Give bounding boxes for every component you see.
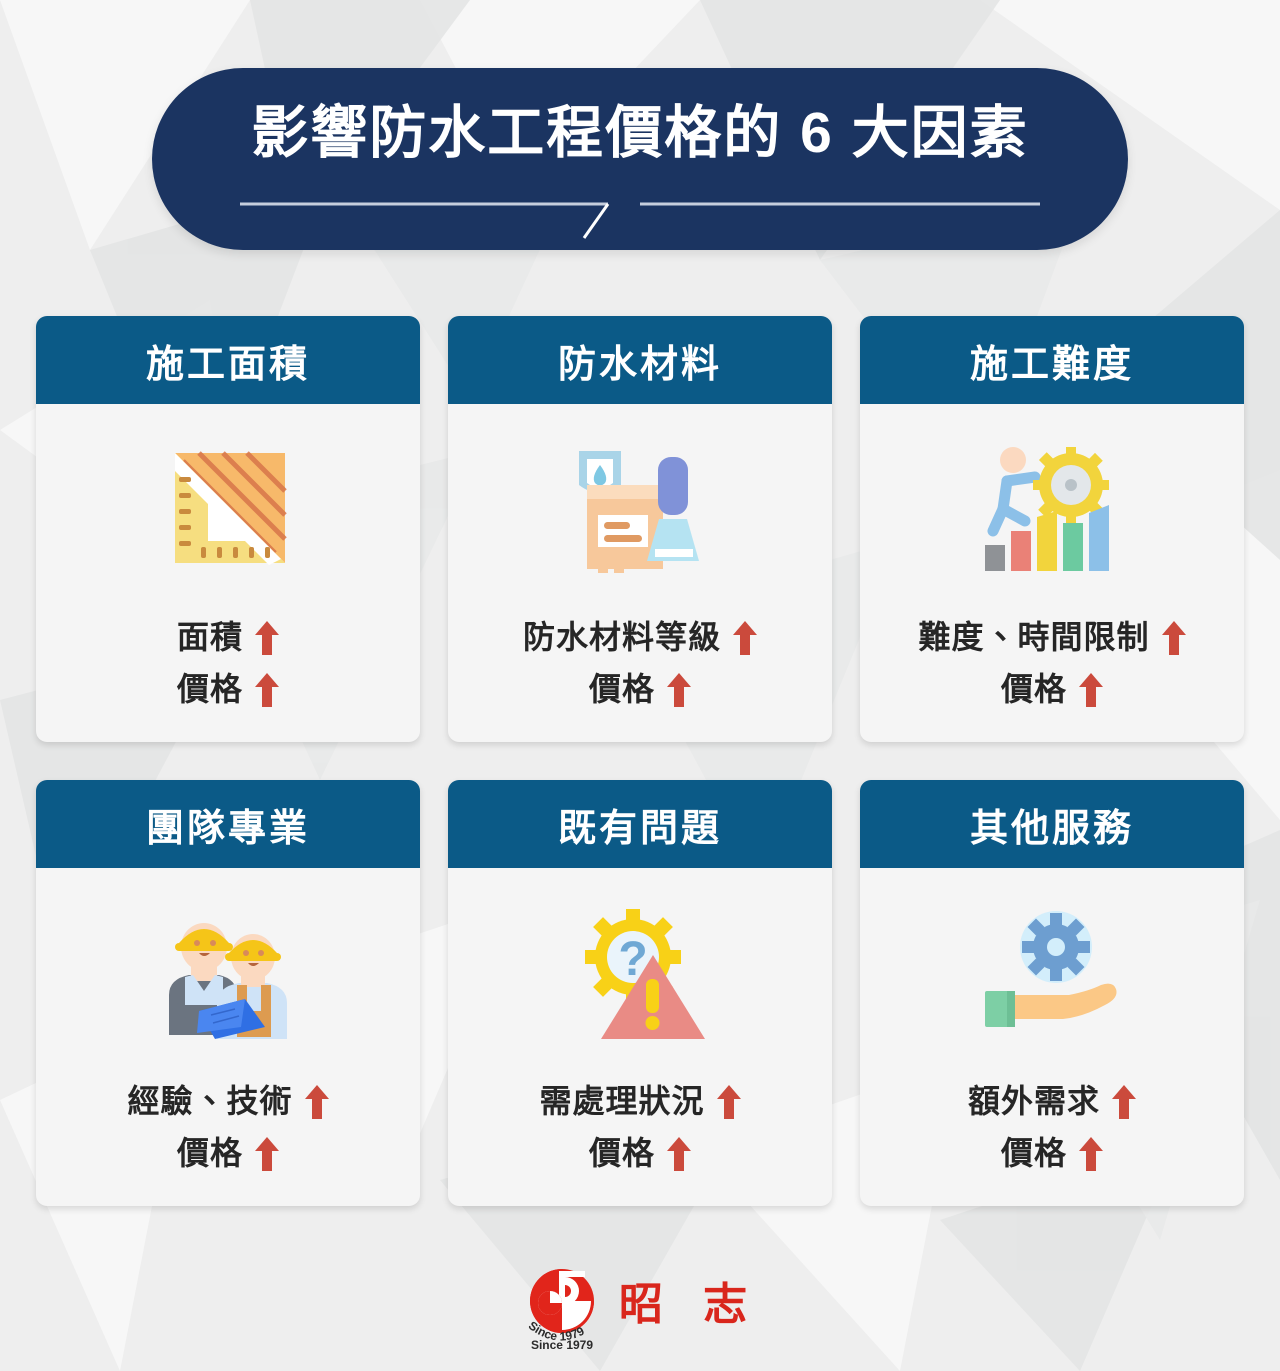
factor-card-area[interactable]: 施工面積 面積 價格 bbox=[36, 316, 420, 742]
card-header-area: 施工面積 bbox=[36, 316, 420, 404]
up-arrow-icon bbox=[1079, 1136, 1103, 1171]
card-line: 價格 bbox=[523, 664, 757, 716]
up-arrow-icon bbox=[255, 1136, 279, 1171]
card-header-team: 團隊專業 bbox=[36, 780, 420, 868]
card-line-label: 價格 bbox=[1000, 670, 1067, 707]
card-line: 面積 bbox=[177, 612, 279, 664]
card-header-difficulty: 施工難度 bbox=[860, 316, 1244, 404]
card-line-label: 面積 bbox=[176, 619, 243, 655]
infographic-page: 影響防水工程價格的 6 大因素 施工面積 面積 價格 防水材料 防水材料等級 價… bbox=[0, 0, 1280, 1371]
card-line-label: 價格 bbox=[588, 1134, 655, 1171]
card-row-top: 施工面積 面積 價格 防水材料 防水材料等級 價格 施工難度 難度、時間限制 價… bbox=[36, 316, 1244, 742]
factor-card-other-services[interactable]: 其他服務 額外需求 價格 bbox=[860, 780, 1244, 1206]
card-line-label: 價格 bbox=[588, 670, 655, 707]
up-arrow-icon bbox=[255, 620, 279, 655]
up-arrow-icon bbox=[716, 1084, 741, 1119]
card-line: 價格 bbox=[918, 664, 1185, 716]
card-line: 價格 bbox=[127, 1128, 328, 1180]
card-body-other-services: 額外需求 價格 bbox=[860, 868, 1244, 1206]
card-lines-difficulty: 難度、時間限制 價格 bbox=[918, 612, 1186, 716]
card-row-bottom: 團隊專業 經驗、技術 價格 既有問題 ? 需處理狀況 價格 其他服務 額外需求 … bbox=[36, 780, 1244, 1206]
up-arrow-icon bbox=[304, 1084, 329, 1119]
logo-since-text: Since 1979 bbox=[531, 1338, 593, 1352]
waterproof-material-box-icon bbox=[560, 430, 720, 590]
footer-logo: Since 1979 Since 1979 昭 志 bbox=[0, 1263, 1280, 1355]
card-line-label: 價格 bbox=[1000, 1134, 1067, 1171]
factor-card-material[interactable]: 防水材料 防水材料等級 價格 bbox=[448, 316, 832, 742]
card-line: 價格 bbox=[539, 1128, 740, 1180]
card-line: 經驗、技術 bbox=[127, 1076, 329, 1128]
card-line: 價格 bbox=[968, 1128, 1136, 1180]
factor-card-team[interactable]: 團隊專業 經驗、技術 價格 bbox=[36, 780, 420, 1206]
gear-question-warning-triangle-icon: ? bbox=[560, 894, 720, 1054]
page-title: 影響防水工程價格的 6 大因素 bbox=[251, 101, 1029, 165]
card-line-label: 防水材料等級 bbox=[522, 619, 721, 655]
chao-chih-circular-logo: Since 1979 Since 1979 bbox=[519, 1263, 605, 1355]
card-body-team: 經驗、技術 價格 bbox=[36, 868, 420, 1206]
construction-workers-blueprint-icon bbox=[148, 894, 308, 1054]
card-header-other-services: 其他服務 bbox=[860, 780, 1244, 868]
brand-name: 昭 志 bbox=[618, 1280, 762, 1329]
card-line: 難度、時間限制 bbox=[918, 612, 1186, 664]
up-arrow-icon bbox=[1161, 620, 1186, 655]
card-line-label: 難度、時間限制 bbox=[918, 619, 1150, 655]
up-arrow-icon bbox=[733, 620, 757, 655]
card-lines-existing-issues: 需處理狀況 價格 bbox=[539, 1076, 741, 1180]
up-arrow-icon bbox=[1112, 1084, 1136, 1119]
up-arrow-icon bbox=[667, 1136, 691, 1171]
factor-card-existing-issues[interactable]: 既有問題 ? 需處理狀況 價格 bbox=[448, 780, 832, 1206]
card-header-material: 防水材料 bbox=[448, 316, 832, 404]
card-body-area: 面積 價格 bbox=[36, 404, 420, 742]
up-arrow-icon bbox=[1079, 672, 1103, 707]
card-lines-other-services: 額外需求 價格 bbox=[968, 1076, 1136, 1180]
up-arrow-icon bbox=[667, 672, 691, 707]
person-climbing-bar-chart-gear-icon bbox=[972, 430, 1132, 590]
card-line-label: 額外需求 bbox=[967, 1083, 1100, 1119]
card-line: 需處理狀況 bbox=[539, 1076, 741, 1128]
title-banner: 影響防水工程價格的 6 大因素 bbox=[152, 68, 1128, 250]
card-body-difficulty: 難度、時間限制 價格 bbox=[860, 404, 1244, 742]
card-lines-area: 面積 價格 bbox=[177, 612, 279, 716]
card-line: 價格 bbox=[177, 664, 279, 716]
factor-card-difficulty[interactable]: 施工難度 難度、時間限制 價格 bbox=[860, 316, 1244, 742]
split-rule-divider bbox=[240, 196, 1040, 240]
card-line-label: 價格 bbox=[176, 670, 243, 707]
card-body-material: 防水材料等級 價格 bbox=[448, 404, 832, 742]
factor-card-grid: 施工面積 面積 價格 防水材料 防水材料等級 價格 施工難度 難度、時間限制 價… bbox=[36, 316, 1244, 1244]
card-lines-team: 經驗、技術 價格 bbox=[127, 1076, 329, 1180]
card-body-existing-issues: ? 需處理狀況 價格 bbox=[448, 868, 832, 1206]
card-line: 防水材料等級 bbox=[523, 612, 757, 664]
hand-holding-gear-icon bbox=[972, 894, 1132, 1054]
card-line: 額外需求 bbox=[968, 1076, 1136, 1128]
card-line-label: 經驗、技術 bbox=[127, 1083, 293, 1119]
card-header-existing-issues: 既有問題 bbox=[448, 780, 832, 868]
card-line-label: 需處理狀況 bbox=[539, 1083, 705, 1119]
ruler-triangle-area-icon bbox=[148, 430, 308, 590]
card-line-label: 價格 bbox=[176, 1134, 243, 1171]
card-lines-material: 防水材料等級 價格 bbox=[523, 612, 757, 716]
up-arrow-icon bbox=[255, 672, 279, 707]
